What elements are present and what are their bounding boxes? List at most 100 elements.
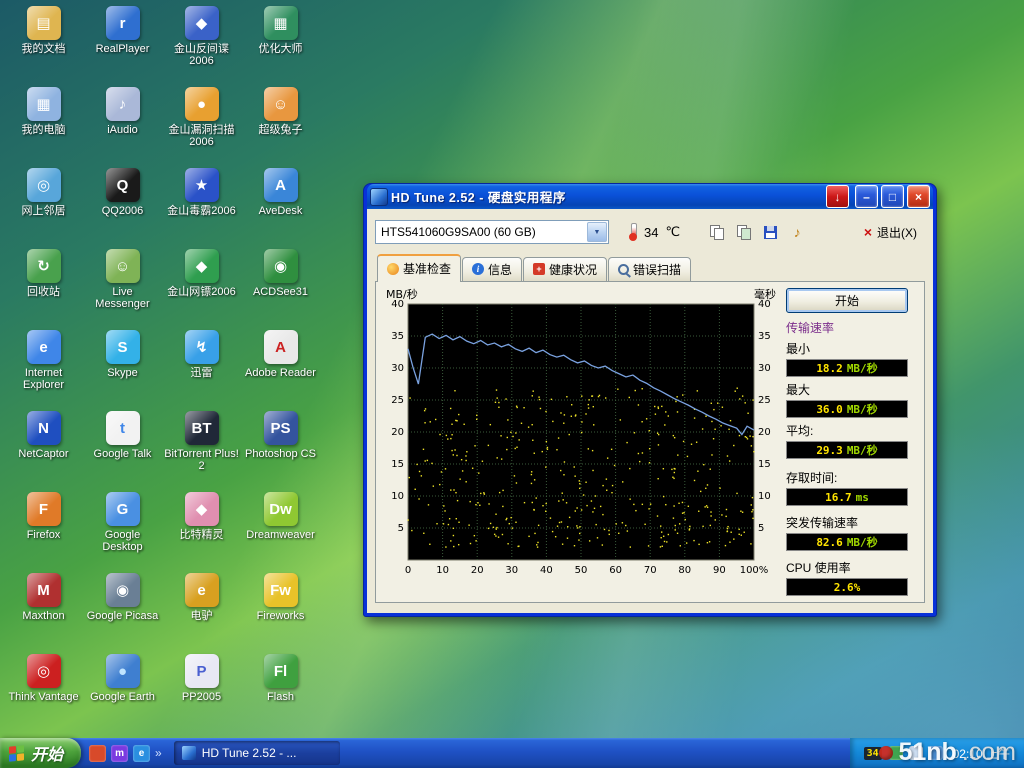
tab-error-scan[interactable]: 错误扫描 — [608, 257, 691, 281]
desktop-icon-bittorrent-plus[interactable]: BTBitTorrent Plus! 2 — [162, 411, 241, 492]
tab-benchmark-label: 基准检查 — [403, 260, 451, 277]
close-button[interactable]: × — [907, 185, 930, 208]
tab-info-label: 信息 — [488, 261, 512, 278]
svg-text:25: 25 — [758, 395, 771, 406]
desktop-icon-youhua-dashi[interactable]: ▦优化大师 — [241, 6, 320, 87]
google-earth-icon: ● — [106, 654, 140, 688]
emule-icon: e — [185, 573, 219, 607]
screen: ▤我的文档▦我的电脑◎网上邻居↻回收站eInternet ExplorerNNe… — [0, 0, 1024, 768]
exit-button[interactable]: × 退出(X) — [856, 222, 925, 243]
maximize-button[interactable]: □ — [881, 185, 904, 208]
tab-health[interactable]: 健康状况 — [523, 257, 607, 281]
copy-text-button[interactable] — [706, 223, 726, 241]
desktop-icon-label: NetCaptor — [18, 448, 68, 460]
google-desktop-icon: G — [106, 492, 140, 526]
desktop-icon-bitspirit[interactable]: ◆比特精灵 — [162, 492, 241, 573]
desktop-icon-iaudio[interactable]: ♪iAudio — [83, 87, 162, 168]
avg-label: 平均: — [786, 422, 908, 439]
desktop-icon-label: 电驴 — [191, 610, 213, 622]
desktop-icon-pp2005[interactable]: P PP2005 — [162, 654, 241, 735]
minimize-button[interactable]: – — [855, 185, 878, 208]
desktop-icon-network-places[interactable]: ◎网上邻居 — [4, 168, 83, 249]
desktop-icon-google-earth[interactable]: ●Google Earth — [83, 654, 162, 735]
desktop-icon-label: RealPlayer — [96, 43, 150, 55]
desktop-icon-realplayer[interactable]: r RealPlayer — [83, 6, 162, 87]
desktop-icon-label: 比特精灵 — [180, 529, 224, 541]
copy-image-button[interactable] — [733, 223, 753, 241]
quicklaunch-ie-icon[interactable]: e — [133, 745, 150, 762]
update-arrow-button[interactable]: ↓ — [826, 185, 849, 208]
desktop-icon-photoshop-cs[interactable]: PSPhotoshop CS — [241, 411, 320, 492]
desktop-icon-recycle-bin[interactable]: ↻回收站 — [4, 249, 83, 330]
pp2005-icon: P — [185, 654, 219, 688]
desktop-icon-label: Dreamweaver — [246, 529, 314, 541]
desktop-icon-label: Maxthon — [22, 610, 64, 622]
taskbar-button-hdtune[interactable]: HD Tune 2.52 - ... — [174, 741, 340, 765]
desktop-icon-avedesk[interactable]: AAveDesk — [241, 168, 320, 249]
desktop-icon-google-talk[interactable]: tGoogle Talk — [83, 411, 162, 492]
desktop-icon-grid[interactable]: ▤我的文档▦我的电脑◎网上邻居↻回收站eInternet ExplorerNNe… — [4, 6, 320, 735]
sound-button[interactable]: ♪ — [787, 223, 807, 241]
min-label: 最小 — [786, 340, 908, 357]
save-icon — [764, 226, 777, 239]
desktop-icon-kingsoft-vulnscan[interactable]: ●金山漏洞扫描2006 — [162, 87, 241, 168]
svg-text:20: 20 — [758, 427, 771, 438]
desktop-icon-label: PP2005 — [182, 691, 221, 703]
tab-bar: 基准检查 信息 健康状况 错误扫描 — [375, 254, 925, 282]
desktop-icon-netcaptor[interactable]: NNetCaptor — [4, 411, 83, 492]
desktop-icon-adobe-reader[interactable]: AAdobe Reader — [241, 330, 320, 411]
desktop-icon-internet-explorer[interactable]: eInternet Explorer — [4, 330, 83, 411]
copy-text-icon — [710, 225, 723, 239]
watermark-logo-icon — [879, 746, 893, 760]
quick-launch: me » — [81, 738, 170, 768]
google-talk-icon: t — [106, 411, 140, 445]
desktop-icon-my-computer[interactable]: ▦我的电脑 — [4, 87, 83, 168]
desktop-icon-label: 我的电脑 — [22, 124, 66, 136]
desktop-icon-dreamweaver[interactable]: DwDreamweaver — [241, 492, 320, 573]
drive-select[interactable]: HTS541060G9SA00 (60 GB) ▼ — [375, 220, 609, 244]
desktop-icon-acdsee[interactable]: ◉ACDSee31 — [241, 249, 320, 330]
chevron-down-icon[interactable]: ▼ — [587, 222, 607, 242]
svg-text:10: 10 — [391, 491, 404, 502]
start-benchmark-button[interactable]: 开始 — [786, 288, 908, 313]
desktop-icon-emule[interactable]: e 电驴 — [162, 573, 241, 654]
save-button[interactable] — [760, 223, 780, 241]
window-title: HD Tune 2.52 - 硬盘实用程序 — [391, 187, 823, 206]
desktop-icon-skype[interactable]: SSkype — [83, 330, 162, 411]
youhua-dashi-icon: ▦ — [264, 6, 298, 40]
desktop-icon-flash[interactable]: FlFlash — [241, 654, 320, 735]
start-button[interactable]: 开始 — [0, 738, 81, 768]
desktop-icon-live-messenger[interactable]: ☺Live Messenger — [83, 249, 162, 330]
desktop-icon-super-rabbit[interactable]: ☺超级兔子 — [241, 87, 320, 168]
thermometer-icon — [631, 223, 637, 238]
desktop-icon-label: Internet Explorer — [6, 367, 82, 391]
desktop-icon-thinkvantage[interactable]: ◎Think Vantage — [4, 654, 83, 735]
quick-launch-more-icon[interactable]: » — [155, 746, 162, 760]
svg-text:20: 20 — [471, 565, 484, 576]
titlebar[interactable]: HD Tune 2.52 - 硬盘实用程序 ↓ – □ × — [367, 184, 933, 209]
desktop-icon-firefox[interactable]: FFirefox — [4, 492, 83, 573]
tab-info[interactable]: 信息 — [462, 257, 522, 281]
svg-text:30: 30 — [505, 565, 518, 576]
desktop-icon-kingsoft-netguard[interactable]: ◆金山网镖2006 — [162, 249, 241, 330]
svg-text:40: 40 — [540, 565, 553, 576]
quicklaunch-media-icon[interactable] — [89, 745, 106, 762]
desktop-icon-qq2006[interactable]: QQQ2006 — [83, 168, 162, 249]
desktop-icon-thunder[interactable]: ↯迅雷 — [162, 330, 241, 411]
tab-benchmark[interactable]: 基准检查 — [377, 254, 461, 282]
svg-text:90: 90 — [713, 565, 726, 576]
desktop-icon-my-documents[interactable]: ▤我的文档 — [4, 6, 83, 87]
desktop-icon-google-desktop[interactable]: GGoogle Desktop — [83, 492, 162, 573]
desktop-icon-google-picasa[interactable]: ◉Google Picasa — [83, 573, 162, 654]
benchmark-icon — [387, 263, 399, 275]
desktop-icon-fireworks[interactable]: FwFireworks — [241, 573, 320, 654]
desktop-icon-kingsoft-antispy[interactable]: ◆金山反间谍2006 — [162, 6, 241, 87]
desktop-icon-kingsoft-antivirus[interactable]: ★金山毒霸2006 — [162, 168, 241, 249]
desktop-icon-maxthon[interactable]: MMaxthon — [4, 573, 83, 654]
svg-text:10: 10 — [758, 491, 771, 502]
realplayer-icon: r — [106, 6, 140, 40]
hdtune-app-icon — [370, 188, 388, 206]
svg-text:20: 20 — [391, 427, 404, 438]
avedesk-icon: A — [264, 168, 298, 202]
quicklaunch-maxthon-icon[interactable]: m — [111, 745, 128, 762]
